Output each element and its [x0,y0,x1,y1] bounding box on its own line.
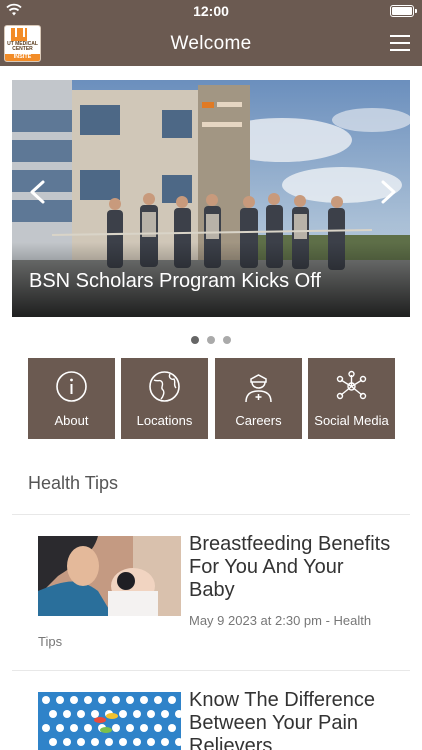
divider [12,670,410,671]
nurse-icon [245,374,272,403]
globe-icon [149,371,180,402]
careers-button[interactable]: Careers [215,358,302,439]
social-media-button[interactable]: Social Media [308,358,395,439]
app-header: UT MEDICAL CENTER INSITE Welcome [0,22,422,66]
article-thumbnail [38,692,181,750]
about-button[interactable]: About [28,358,115,439]
quick-links: About Locations Careers Social Media [28,358,395,439]
carousel-pagination [0,336,422,344]
article-title[interactable]: Breastfeeding Benefits For You And Your … [189,533,394,602]
tile-label: Locations [136,413,193,428]
article-title[interactable]: Know The Difference Between Your Pain Re… [189,689,394,750]
network-icon [336,370,367,400]
logo-badge: INSITE [5,54,40,61]
chevron-right-icon[interactable] [368,172,408,212]
pagination-dot[interactable] [223,336,231,344]
pagination-dot[interactable] [191,336,199,344]
locations-button[interactable]: Locations [121,358,208,439]
page-title: Welcome [170,33,252,54]
section-heading: Health Tips [28,473,119,493]
battery-icon [390,5,417,17]
hamburger-menu-icon[interactable] [390,35,410,51]
status-time: 12:00 [193,3,229,19]
tile-label: Social Media [314,413,389,428]
divider [12,514,410,515]
tile-label: About [54,413,89,428]
article-meta: Tips [38,634,63,649]
info-icon [56,371,87,402]
tile-label: Careers [235,413,282,428]
news-carousel[interactable]: BSN Scholars Program Kicks Off [12,80,410,317]
article-meta: May 9 2023 at 2:30 pm - Health [189,613,372,628]
pagination-dot[interactable] [207,336,215,344]
status-bar: 12:00 [0,0,422,22]
slide-caption[interactable]: BSN Scholars Program Kicks Off [29,270,321,293]
article-thumbnail [38,536,181,616]
chevron-left-icon[interactable] [18,172,58,212]
